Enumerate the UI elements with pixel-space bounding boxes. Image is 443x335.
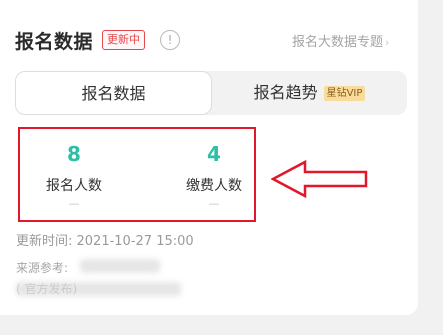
updating-badge: 更新中 [102,30,146,50]
registered-change: — [68,197,80,210]
info-icon[interactable]: ! [160,30,181,50]
tab-registration-trend-label: 报名趋势 [253,83,318,102]
paid-count: 4 [207,142,221,166]
update-time: 更新时间: 2021-10-27 15:00 [16,234,194,249]
data-card: 报名数据 更新中 ! 报名大数据专题 › 报名趋势 星钻VIP 报名数据 8 报名人… [0,0,418,315]
paid-label: 缴费人数 [186,178,242,194]
source-label: 来源参考: [16,261,69,275]
card-header: 报名数据 更新中 ! [15,24,181,56]
big-data-topic-label: 报名大数据专题 [292,35,384,50]
registered-count: 8 [67,142,81,166]
big-data-topic-link[interactable]: 报名大数据专题 › [292,31,389,50]
registered-label: 报名人数 [46,178,102,194]
stat-registered: 8 报名人数 — [29,129,119,211]
tab-registration-data-label: 报名数据 [81,84,146,103]
stats-highlight-box: 8 报名人数 — 4 缴费人数 — [18,127,256,222]
source-faint-text: ( 官方发布) [16,282,78,296]
page: 报名数据 更新中 ! 报名大数据专题 › 报名趋势 星钻VIP 报名数据 8 报名人… [0,0,443,335]
tab-bar: 报名趋势 星钻VIP 报名数据 [15,71,407,115]
tab-registration-data[interactable]: 报名数据 [15,71,212,115]
stat-paid: 4 缴费人数 — [169,129,259,211]
tab-registration-trend[interactable]: 报名趋势 星钻VIP [212,71,407,115]
paid-change: — [208,197,220,210]
source-redacted [80,259,160,273]
card-title: 报名数据 [15,30,94,53]
chevron-right-icon: › [385,36,390,49]
vip-badge: 星钻VIP [323,86,366,101]
left-arrow-icon [271,159,368,199]
